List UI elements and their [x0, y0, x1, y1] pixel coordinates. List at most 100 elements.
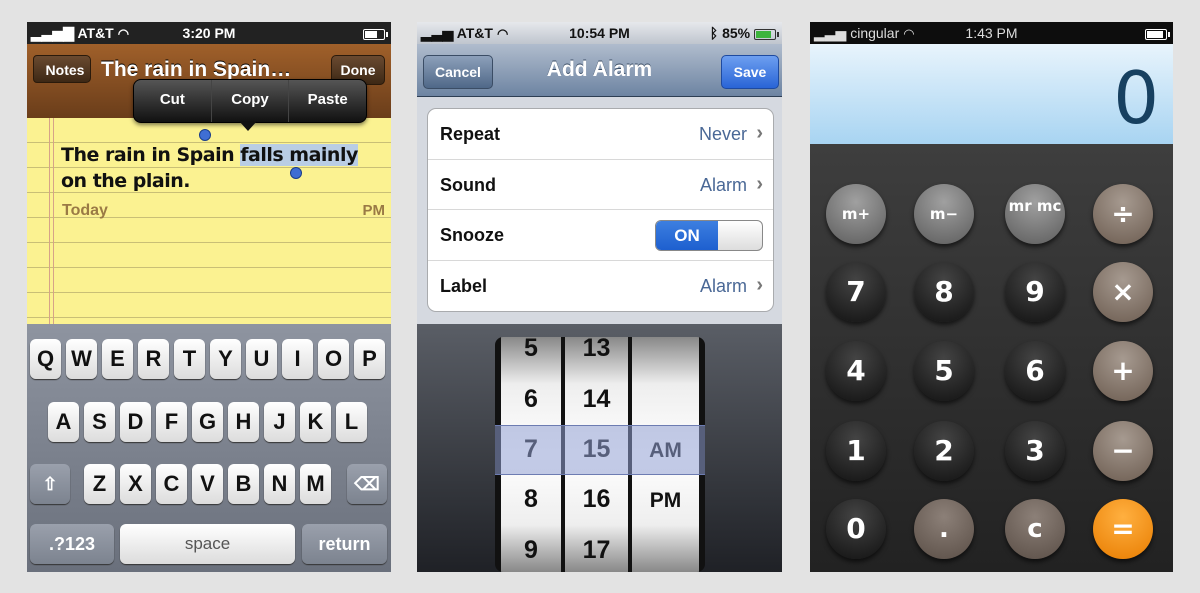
minute-option[interactable]: 13 [565, 337, 628, 363]
zero-button[interactable]: 0 [826, 499, 886, 559]
save-button[interactable]: Save [721, 55, 779, 89]
snooze-row: Snooze ON [428, 209, 773, 260]
paste-button[interactable]: Paste [288, 80, 366, 122]
chevron-right-icon: › [756, 274, 763, 296]
status-bar: ▂▃▅ AT&T ◠ 10:54 PM ᛒ 85% [417, 22, 782, 44]
key-b[interactable]: B [228, 464, 259, 504]
seven-button[interactable]: 7 [826, 262, 886, 322]
nine-button[interactable]: 9 [1005, 262, 1065, 322]
key-i[interactable]: I [282, 339, 313, 379]
key-c[interactable]: C [156, 464, 187, 504]
today-label: Today [62, 202, 108, 219]
key-d[interactable]: D [120, 402, 151, 442]
key-h[interactable]: H [228, 402, 259, 442]
calculator-display: 0 [810, 44, 1173, 144]
sound-label: Sound [440, 175, 496, 195]
minute-option[interactable]: 14 [565, 385, 628, 414]
status-bar: ▂▃▅ cingular ◠ 1:43 PM [810, 22, 1173, 44]
sound-row[interactable]: Sound Alarm › [428, 159, 773, 210]
time-picker[interactable]: 5 6 7 8 9 13 14 15 16 17 AM PM [495, 337, 705, 572]
space-key[interactable]: space [120, 524, 295, 564]
hour-option[interactable]: 5 [501, 337, 561, 363]
chevron-right-icon: › [756, 122, 763, 144]
ampm-option[interactable]: PM [632, 489, 699, 513]
key-v[interactable]: V [192, 464, 223, 504]
snooze-toggle[interactable]: ON [655, 220, 763, 251]
toggle-on-label: ON [656, 221, 718, 250]
bluetooth-icon: ᛒ [709, 25, 719, 41]
snooze-label: Snooze [440, 225, 505, 245]
minute-option[interactable]: 17 [565, 536, 628, 565]
display-value: 0 [1113, 56, 1159, 140]
equals-button[interactable]: = [1093, 499, 1153, 559]
copy-button[interactable]: Copy [210, 80, 289, 122]
repeat-label: Repeat [440, 124, 501, 144]
divide-button[interactable]: ÷ [1093, 184, 1153, 244]
memory-subtract-button[interactable]: m− [914, 184, 974, 244]
key-o[interactable]: O [318, 339, 349, 379]
picker-selection-band [495, 425, 705, 475]
sound-value: Alarm [699, 175, 747, 195]
chevron-right-icon: › [756, 173, 763, 195]
minus-button[interactable]: − [1093, 421, 1153, 481]
eight-button[interactable]: 8 [914, 262, 974, 322]
key-r[interactable]: R [138, 339, 169, 379]
hour-option[interactable]: 9 [501, 536, 561, 565]
numbers-key[interactable]: .?123 [30, 524, 114, 564]
key-q[interactable]: Q [30, 339, 61, 379]
selection-end-handle[interactable] [290, 167, 302, 179]
label-row[interactable]: Label Alarm › [428, 260, 773, 311]
shift-key[interactable]: ⇧ [30, 464, 70, 504]
clear-button[interactable]: c [1005, 499, 1065, 559]
alarm-settings-table: Repeat Never › Sound Alarm › Snooze ON L… [427, 108, 774, 312]
battery-icon [1145, 25, 1170, 41]
two-button[interactable]: 2 [914, 421, 974, 481]
three-button[interactable]: 3 [1005, 421, 1065, 481]
minute-option[interactable]: 16 [565, 485, 628, 514]
note-time: PM [362, 202, 386, 219]
five-button[interactable]: 5 [914, 341, 974, 401]
selection-start-handle[interactable] [199, 129, 211, 141]
key-g[interactable]: G [192, 402, 223, 442]
key-m[interactable]: M [300, 464, 331, 504]
key-p[interactable]: P [354, 339, 385, 379]
hour-option[interactable]: 8 [501, 485, 561, 514]
key-a[interactable]: A [48, 402, 79, 442]
key-n[interactable]: N [264, 464, 295, 504]
notes-back-button[interactable]: Notes [33, 55, 91, 83]
memory-add-button[interactable]: m+ [826, 184, 886, 244]
selected-text[interactable]: falls mainly [240, 144, 358, 166]
status-time: 3:20 PM [182, 25, 236, 41]
key-l[interactable]: L [336, 402, 367, 442]
key-x[interactable]: X [120, 464, 151, 504]
key-e[interactable]: E [102, 339, 133, 379]
note-body[interactable]: The rain in Spain falls mainly on the pl… [61, 142, 381, 194]
key-s[interactable]: S [84, 402, 115, 442]
key-k[interactable]: K [300, 402, 331, 442]
four-button[interactable]: 4 [826, 341, 886, 401]
key-j[interactable]: J [264, 402, 295, 442]
multiply-button[interactable]: × [1093, 262, 1153, 322]
decimal-button[interactable]: . [914, 499, 974, 559]
hour-option[interactable]: 6 [501, 385, 561, 414]
return-key[interactable]: return [302, 524, 387, 564]
keypad: m+ m− mr mc ÷ 7 8 9 × 4 5 6 + 1 2 3 − 0 … [810, 144, 1173, 572]
key-f[interactable]: F [156, 402, 187, 442]
label-label: Label [440, 276, 488, 296]
key-t[interactable]: T [174, 339, 205, 379]
key-y[interactable]: Y [210, 339, 241, 379]
repeat-row[interactable]: Repeat Never › [428, 109, 773, 159]
delete-key[interactable]: ⌫ [347, 464, 387, 504]
one-button[interactable]: 1 [826, 421, 886, 481]
key-w[interactable]: W [66, 339, 97, 379]
key-u[interactable]: U [246, 339, 277, 379]
key-z[interactable]: Z [84, 464, 115, 504]
note-text-after: on the plain. [61, 170, 191, 192]
memory-recall-button[interactable]: mr mc [1005, 184, 1065, 244]
margin-line [49, 118, 54, 324]
plus-button[interactable]: + [1093, 341, 1153, 401]
calculator-screen: ▂▃▅ cingular ◠ 1:43 PM 0 m+ m− mr mc ÷ 7 … [810, 22, 1173, 572]
status-bar: ▂▃▅▇ AT&T ◠ 3:20 PM [27, 22, 391, 44]
cut-button[interactable]: Cut [134, 80, 211, 122]
six-button[interactable]: 6 [1005, 341, 1065, 401]
